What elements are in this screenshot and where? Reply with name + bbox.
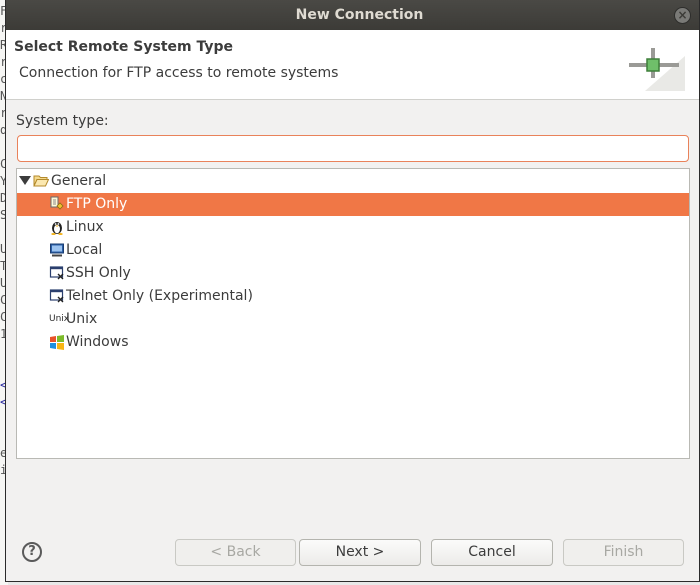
tree-item-windows[interactable]: Windows [17,331,689,354]
tree-item-label: Local [66,242,103,258]
cancel-button[interactable]: Cancel [431,539,553,566]
system-type-tree[interactable]: General FTP Only Linux Local SSH Only Te… [16,168,690,459]
wizard-page-title: Select Remote System Type [14,39,234,55]
linux-penguin-icon [51,222,63,235]
folder-open-icon [33,175,49,187]
tree-item-label: FTP Only [66,196,128,212]
next-button[interactable]: Next > [299,539,421,566]
close-icon: × [677,8,688,22]
dialog-titlebar[interactable]: New Connection × [6,0,699,30]
tree-item-general[interactable]: General [17,170,689,193]
local-computer-icon [50,243,64,257]
ftp-icon [50,196,64,210]
help-icon: ? [28,544,36,559]
tree-item-label: Windows [66,334,129,350]
wizard-page-description: Connection for FTP access to remote syst… [19,65,339,81]
wizard-header: Select Remote System Type Connection for… [6,30,699,100]
ssh-terminal-icon [49,266,64,280]
tree-item-telnet-only[interactable]: Telnet Only (Experimental) [17,285,689,308]
system-type-filter-input[interactable] [17,135,689,162]
tree-item-local[interactable]: Local [17,239,689,262]
tree-item-ftp-only[interactable]: FTP Only [17,193,689,216]
system-type-label: System type: [16,113,109,129]
tree-item-ssh-only[interactable]: SSH Only [17,262,689,285]
windows-flag-icon [50,335,64,350]
new-connection-dialog: New Connection × Select Remote System Ty… [5,0,700,582]
tree-item-linux[interactable]: Linux [17,216,689,239]
telnet-terminal-icon [49,289,64,303]
finish-button[interactable]: Finish [563,539,684,566]
tree-item-unix[interactable]: Unix Unix [17,308,689,331]
dialog-title: New Connection [295,7,424,23]
expand-arrow-icon[interactable] [19,176,31,186]
tree-item-label: General [51,173,107,189]
network-connection-icon [629,48,685,91]
tree-item-label: SSH Only [66,265,131,281]
back-button[interactable]: < Back [175,539,296,566]
help-button[interactable]: ? [22,542,42,562]
tree-item-label: Linux [66,219,104,235]
close-button[interactable]: × [674,7,691,24]
tree-item-label: Telnet Only (Experimental) [66,288,253,304]
tree-item-label: Unix [66,311,98,327]
